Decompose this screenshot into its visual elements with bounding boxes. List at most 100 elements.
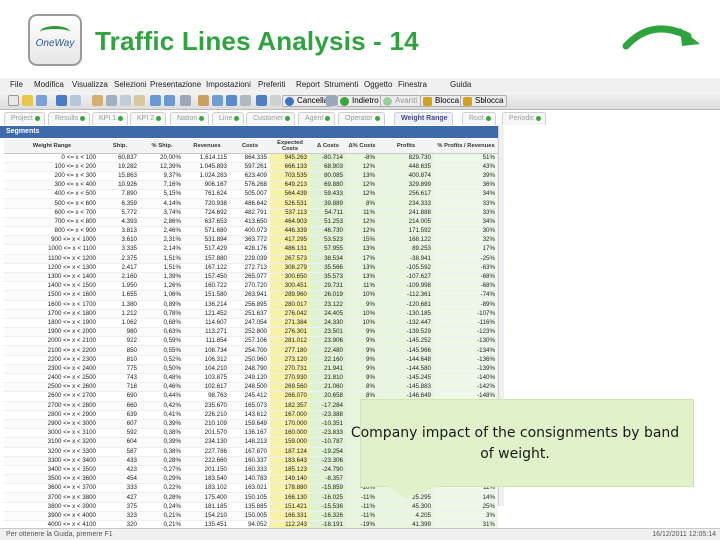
help-icon[interactable] xyxy=(256,95,267,106)
menu-file[interactable]: File xyxy=(10,80,23,89)
table-row[interactable]: 700 <= x < 800 4.393 2,86% 637.653 413.650 46… xyxy=(4,217,498,228)
table-row[interactable]: 1900 <= x < 2000 980 0,63% 113.271 252.800 27… xyxy=(4,327,498,338)
table-row[interactable]: 3900 <= x < 4000 323 0,21% 154.210 150.005 16… xyxy=(4,511,498,522)
blocca-button[interactable]: Blocca xyxy=(420,95,464,107)
cancella-button[interactable]: Cancella xyxy=(282,95,333,107)
forward-icon xyxy=(383,97,392,106)
undo-icon[interactable] xyxy=(150,95,161,106)
tab-kpi-2[interactable]: KPI 2 xyxy=(130,112,167,125)
reload-icon[interactable] xyxy=(198,95,209,106)
table-row[interactable]: 1800 <= x < 1900 1.062 0,68% 114.607 247.054… xyxy=(4,318,498,329)
table-row[interactable]: 2100 <= x < 2200 850 0,55% 108.734 254.700 27… xyxy=(4,345,498,356)
chart-icon[interactable] xyxy=(226,95,237,106)
print-icon[interactable] xyxy=(70,95,81,106)
column-header[interactable]: Δ% Costs xyxy=(346,139,378,154)
paste-icon[interactable] xyxy=(134,95,145,106)
menu-preferiti[interactable]: Preferiti xyxy=(258,80,286,89)
table-row[interactable]: 2000 <= x < 2100 922 0,59% 111.854 257.106 28… xyxy=(4,336,498,347)
tab-operator[interactable]: Operator xyxy=(338,112,385,125)
table-row[interactable]: 3800 <= x < 3900 375 0,24% 181.185 135.885 15… xyxy=(4,502,498,512)
table-row[interactable]: 1700 <= x < 1800 1.212 0,78% 121.452 251.637… xyxy=(4,309,498,319)
tab-line[interactable]: Line xyxy=(212,112,245,125)
menu-visualizza[interactable]: Visualizza xyxy=(72,80,108,89)
weight-range-cell: 2500 <= x < 2600 xyxy=(4,382,100,393)
table-row[interactable]: 2400 <= x < 2500 743 0,48% 103.875 249.120 27… xyxy=(4,373,498,384)
menu-finestra[interactable]: Finestra xyxy=(398,80,427,89)
table-row[interactable]: 2500 <= x < 2600 718 0,46% 102.617 248.500 26… xyxy=(4,382,498,393)
table-icon[interactable] xyxy=(212,95,223,106)
tab-project[interactable]: Project xyxy=(4,112,45,125)
table-row[interactable]: 500 <= x < 600 6.359 4,14% 720.938 486.642 52… xyxy=(4,198,498,209)
expected-costs-cell: 149.140 xyxy=(270,474,310,485)
tab-nation[interactable]: Nation xyxy=(170,112,210,125)
floppy-icon[interactable] xyxy=(56,95,67,106)
menu-guida[interactable]: Guida xyxy=(450,80,471,89)
column-header[interactable]: Expected Costs xyxy=(270,139,310,154)
tab-periodic[interactable]: Periodic xyxy=(502,112,547,125)
column-header[interactable]: % Profits / Revenues xyxy=(434,139,498,154)
tab-root[interactable]: Root xyxy=(462,112,496,125)
tab-kpi-1[interactable]: KPI 1 xyxy=(92,112,129,125)
delta-percent-cell: 13% xyxy=(346,244,378,255)
menu-impostazioni[interactable]: Impostazioni xyxy=(206,80,251,89)
table-row[interactable]: 0 <= x < 100 60.837 20,00% 1.614.115 864.335… xyxy=(4,153,498,163)
tab-weight-range[interactable]: Weight Range xyxy=(394,112,453,125)
save-icon[interactable] xyxy=(36,95,47,106)
table-row[interactable]: 1100 <= x < 1200 2.375 1,51% 157.880 229.039… xyxy=(4,254,498,264)
table-row[interactable]: 900 <= x < 1000 3.610 2,31% 531.894 363.772 4… xyxy=(4,235,498,246)
column-header[interactable]: Revenues xyxy=(184,139,230,154)
ship-percent-cell: 0,29% xyxy=(140,474,184,485)
expected-costs-cell: 300.451 xyxy=(270,281,310,292)
tab-results[interactable]: Results xyxy=(48,112,91,125)
column-header[interactable]: Ship. xyxy=(100,139,140,154)
indietro-button[interactable]: Indietro xyxy=(337,95,383,107)
revenues-cell: 1.614.115 xyxy=(184,153,230,163)
menu-modifica[interactable]: Modifica xyxy=(34,80,64,89)
table-row[interactable]: 1600 <= x < 1700 1.380 0,89% 136.214 256.895… xyxy=(4,300,498,310)
revenues-cell: 720.938 xyxy=(184,198,230,209)
table-row[interactable]: 400 <= x < 500 7.890 5,15% 761.624 505.007 56… xyxy=(4,189,498,200)
column-header[interactable]: Profits xyxy=(378,139,434,154)
redo-icon[interactable] xyxy=(164,95,175,106)
edit-icon[interactable] xyxy=(92,95,103,106)
avanti-button[interactable]: Avanti xyxy=(380,95,422,107)
expected-costs-cell: 276.042 xyxy=(270,309,310,319)
column-header[interactable]: Weight Range xyxy=(4,139,100,154)
dropdown-icon[interactable] xyxy=(326,95,337,106)
copy-icon[interactable] xyxy=(120,95,131,106)
menu-strumenti[interactable]: Strumenti xyxy=(324,80,358,89)
costs-cell: 428.176 xyxy=(230,244,270,255)
tab-customer[interactable]: Customer xyxy=(246,112,296,125)
column-header[interactable]: Costs xyxy=(230,139,270,154)
table-row[interactable]: 300 <= x < 400 10.926 7,16% 906.167 576.268 6… xyxy=(4,180,498,191)
shipments-cell: 1.062 xyxy=(100,318,140,329)
sblocca-button[interactable]: Sblocca xyxy=(460,95,508,107)
table-row[interactable]: 800 <= x < 900 3.813 2,46% 571.680 400.073 44… xyxy=(4,226,498,237)
table-row[interactable]: 1500 <= x < 1600 1.655 1,06% 151.580 263.941… xyxy=(4,290,498,301)
table-row[interactable]: 100 <= x < 200 19.282 12,39% 1.045.893 597.2… xyxy=(4,162,498,172)
column-header[interactable]: Δ Costs xyxy=(310,139,346,154)
menu-presentazione[interactable]: Presentazione xyxy=(150,80,201,89)
table-row[interactable]: 1400 <= x < 1500 1.950 1,26% 160.722 270.720… xyxy=(4,281,498,292)
sheet-tabs: Project Results KPI 1 KPI 2 Nation Line … xyxy=(0,110,720,126)
find-icon[interactable] xyxy=(180,95,191,106)
tab-agent[interactable]: Agent xyxy=(298,112,336,125)
open-folder-icon[interactable] xyxy=(22,95,33,106)
table-row[interactable]: 1000 <= x < 1100 3.335 2,14% 517.429 428.176… xyxy=(4,244,498,255)
menu-report[interactable]: Report xyxy=(296,80,320,89)
cursor-icon[interactable] xyxy=(270,95,281,106)
table-row[interactable]: 1300 <= x < 1400 2.160 1,39% 157.450 265.077… xyxy=(4,272,498,283)
revenues-cell: 104.210 xyxy=(184,364,230,375)
new-file-icon[interactable] xyxy=(8,95,19,106)
table-row[interactable]: 200 <= x < 300 15.863 9,37% 1.024.283 623.40… xyxy=(4,171,498,182)
shipments-cell: 6.359 xyxy=(100,198,140,209)
menu-selezioni[interactable]: Selezioni xyxy=(114,80,146,89)
table-row[interactable]: 1200 <= x < 1300 2.417 1,51% 167.122 272.713… xyxy=(4,263,498,273)
cut-icon[interactable] xyxy=(106,95,117,106)
filter-icon[interactable] xyxy=(240,95,251,106)
table-row[interactable]: 2200 <= x < 2300 810 0,52% 106.312 250.960 27… xyxy=(4,355,498,365)
column-header[interactable]: % Ship. xyxy=(140,139,184,154)
table-row[interactable]: 600 <= x < 700 5.772 3,74% 724.692 482.791 53… xyxy=(4,208,498,218)
table-row[interactable]: 2300 <= x < 2400 775 0,50% 104.210 248.790 27… xyxy=(4,364,498,375)
menu-oggetto[interactable]: Oggetto xyxy=(364,80,392,89)
